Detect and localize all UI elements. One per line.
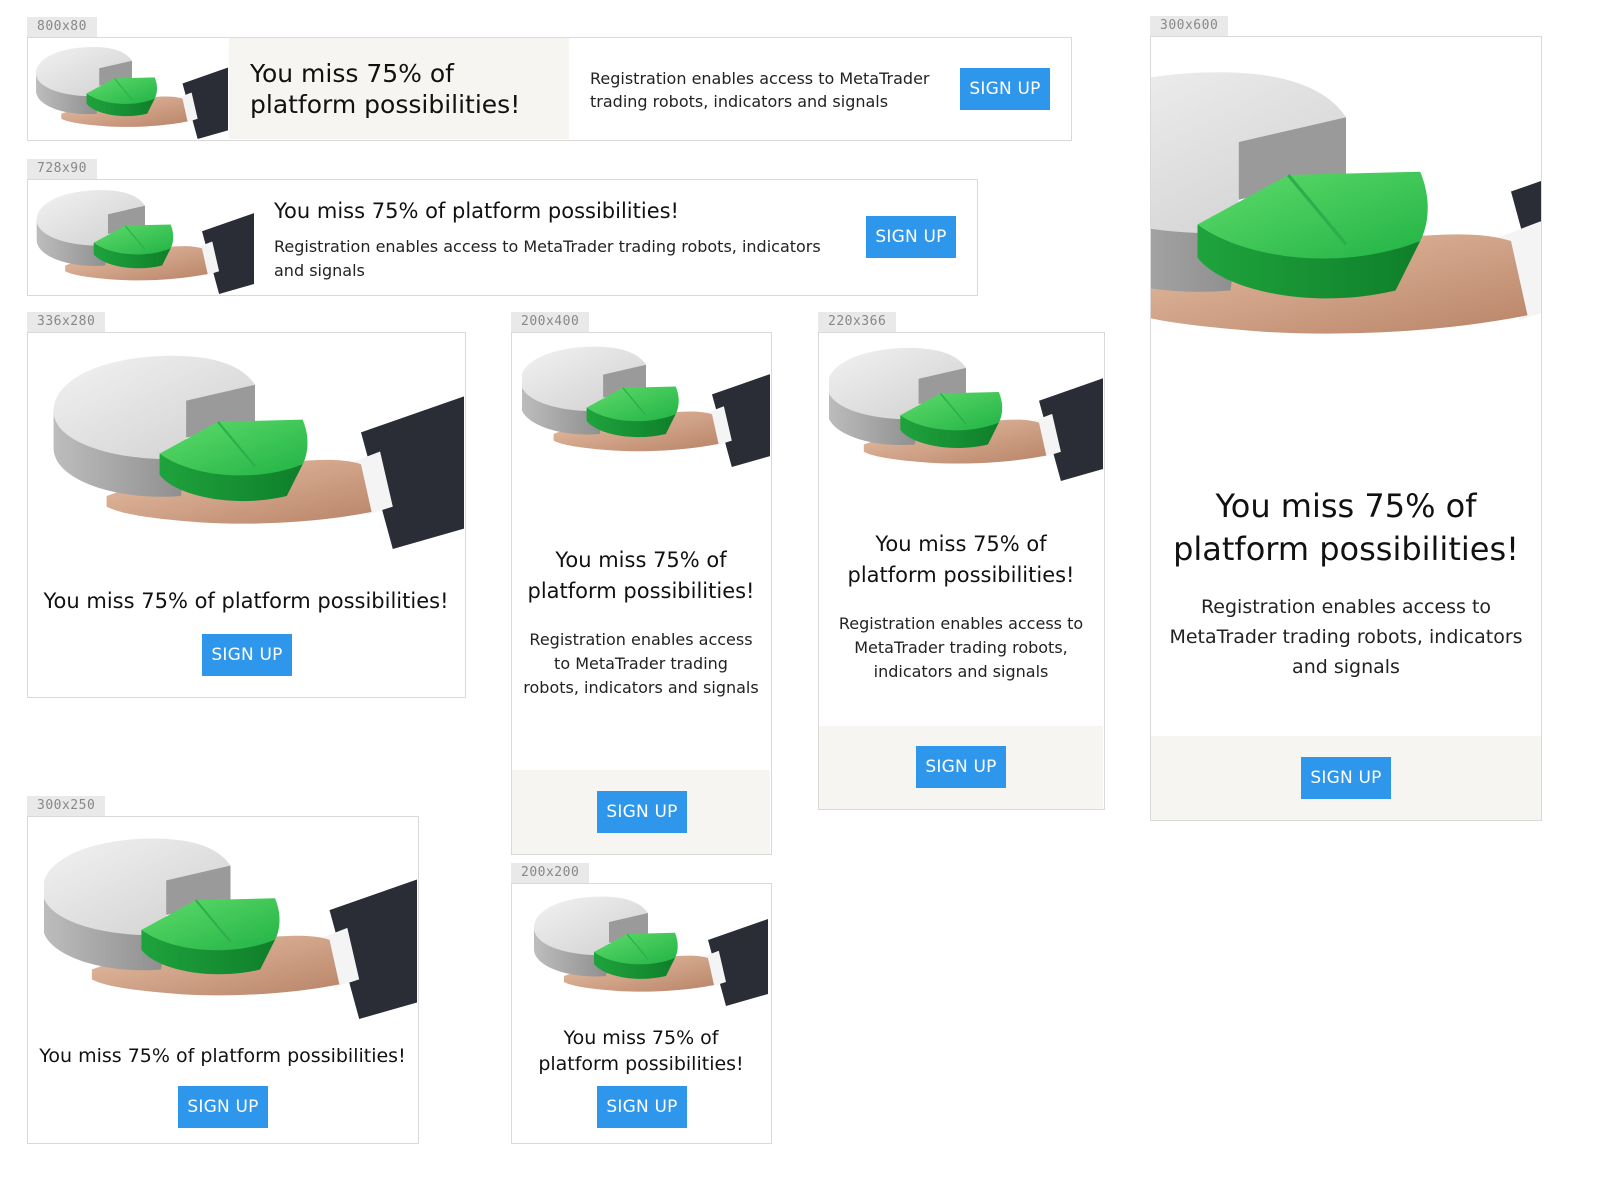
size-label: 800x80: [27, 17, 97, 37]
banner-300x250: 300x250 You miss 75% of platform possibi…: [27, 796, 419, 1144]
size-label: 336x280: [27, 312, 106, 332]
body-line: Registration enables access to MetaTrade…: [590, 69, 930, 88]
hand-holding-pie-chart-icon: [46, 337, 464, 549]
banner-frame: You miss 75% of platform possibilities! …: [818, 332, 1105, 810]
hand-holding-pie-chart-icon: [44, 821, 417, 1019]
sign-up-button[interactable]: SIGN UP: [597, 791, 687, 833]
banner-200x400: 200x400 You miss 75% of platform possibi…: [511, 312, 772, 855]
hand-holding-pie-chart-icon: [829, 335, 1103, 481]
banner-300x600: 300x600 You miss 75% of platform possibi…: [1150, 16, 1542, 821]
banner-frame: You miss 75% of platform possibilities! …: [27, 37, 1072, 141]
headline: You miss 75% of platform possibilities!: [512, 545, 770, 607]
banner-800x80: 800x80 You miss 75% of platform possibil…: [27, 17, 1072, 141]
body-line: MetaTrader trading robots, indicators: [1169, 626, 1523, 648]
sign-up-button[interactable]: SIGN UP: [1301, 757, 1391, 799]
headline-line: You miss 75% of: [1215, 487, 1477, 525]
banner-frame: You miss 75% of platform possibilities! …: [27, 179, 978, 296]
headline-line: platform possibilities!: [847, 563, 1075, 587]
size-label: 200x200: [511, 863, 590, 883]
body-line: to MetaTrader trading: [554, 654, 728, 673]
body-line: robots, indicators and signals: [523, 678, 759, 697]
headline: You miss 75% of platform possibilities!: [274, 199, 679, 223]
headline-line: platform possibilities!: [250, 90, 521, 119]
hand-holding-pie-chart-icon: [36, 38, 228, 139]
sign-up-button[interactable]: SIGN UP: [178, 1086, 268, 1128]
headline: You miss 75% of platform possibilities!: [1151, 485, 1541, 571]
body-line: and signals: [274, 261, 365, 280]
banner-frame: You miss 75% of platform possibilities! …: [511, 332, 772, 855]
body-text: Registration enables access to MetaTrade…: [274, 235, 854, 283]
body-text: Registration enables access to MetaTrade…: [590, 67, 960, 113]
banner-frame: You miss 75% of platform possibilities! …: [27, 816, 419, 1144]
body-text: Registration enables access to MetaTrade…: [819, 612, 1103, 684]
sign-up-button[interactable]: SIGN UP: [916, 746, 1006, 788]
size-label: 220x366: [818, 312, 897, 332]
body-text: Registration enables access to MetaTrade…: [1151, 592, 1541, 682]
headline-line: You miss 75% of: [875, 532, 1047, 556]
hand-holding-pie-chart-icon: [1151, 43, 1541, 373]
headline-line: You miss 75% of: [563, 1027, 719, 1049]
headline: You miss 75% of platform possibilities!: [512, 1025, 770, 1077]
body-line: Registration enables access to: [838, 614, 1084, 633]
sign-up-button[interactable]: SIGN UP: [597, 1086, 687, 1128]
body-line: Registration enables access: [529, 630, 753, 649]
headline-line: platform possibilities!: [1173, 530, 1519, 568]
size-label: 200x400: [511, 312, 590, 332]
body-line: MetaTrader trading robots,: [854, 638, 1068, 657]
body-line: and signals: [1292, 656, 1400, 678]
sign-up-button[interactable]: SIGN UP: [960, 68, 1050, 110]
banner-220x366: 220x366 You miss 75% of platform possibi…: [818, 312, 1105, 810]
sign-up-button[interactable]: SIGN UP: [202, 634, 292, 676]
banner-frame: You miss 75% of platform possibilities! …: [511, 883, 772, 1144]
body-line: Registration enables access to: [1200, 596, 1492, 618]
body-line: trading robots, indicators and signals: [590, 92, 889, 111]
hand-holding-pie-chart-icon: [36, 180, 254, 294]
hand-holding-pie-chart-icon: [528, 886, 768, 1006]
banner-728x90: 728x90 You miss 75% of platform possibil…: [27, 159, 978, 297]
size-label: 728x90: [27, 159, 97, 179]
banner-200x200: 200x200 You miss 75% of platform possibi…: [511, 863, 772, 1144]
headline: You miss 75% of platform possibilities!: [43, 589, 449, 613]
body-line: Registration enables access to MetaTrade…: [274, 237, 821, 256]
headline: You miss 75% of platform possibilities!: [819, 529, 1103, 591]
headline-line: You miss 75% of: [555, 548, 727, 572]
banner-frame: You miss 75% of platform possibilities! …: [27, 332, 466, 698]
hand-holding-pie-chart-icon: [522, 335, 770, 467]
headline: You miss 75% of platform possibilities!: [250, 58, 560, 120]
headline-line: platform possibilities!: [527, 579, 755, 603]
sign-up-button[interactable]: SIGN UP: [866, 216, 956, 258]
body-line: indicators and signals: [873, 662, 1049, 681]
headline: You miss 75% of platform possibilities!: [39, 1045, 406, 1067]
headline-line: platform possibilities!: [538, 1053, 744, 1075]
size-label: 300x600: [1150, 16, 1229, 36]
size-label: 300x250: [27, 796, 106, 816]
headline-line: You miss 75% of: [250, 59, 454, 88]
body-text: Registration enables access to MetaTrade…: [512, 628, 770, 700]
banner-frame: You miss 75% of platform possibilities! …: [1150, 36, 1542, 821]
banner-336x280: 336x280 You miss 75% of platform possibi…: [27, 312, 466, 698]
